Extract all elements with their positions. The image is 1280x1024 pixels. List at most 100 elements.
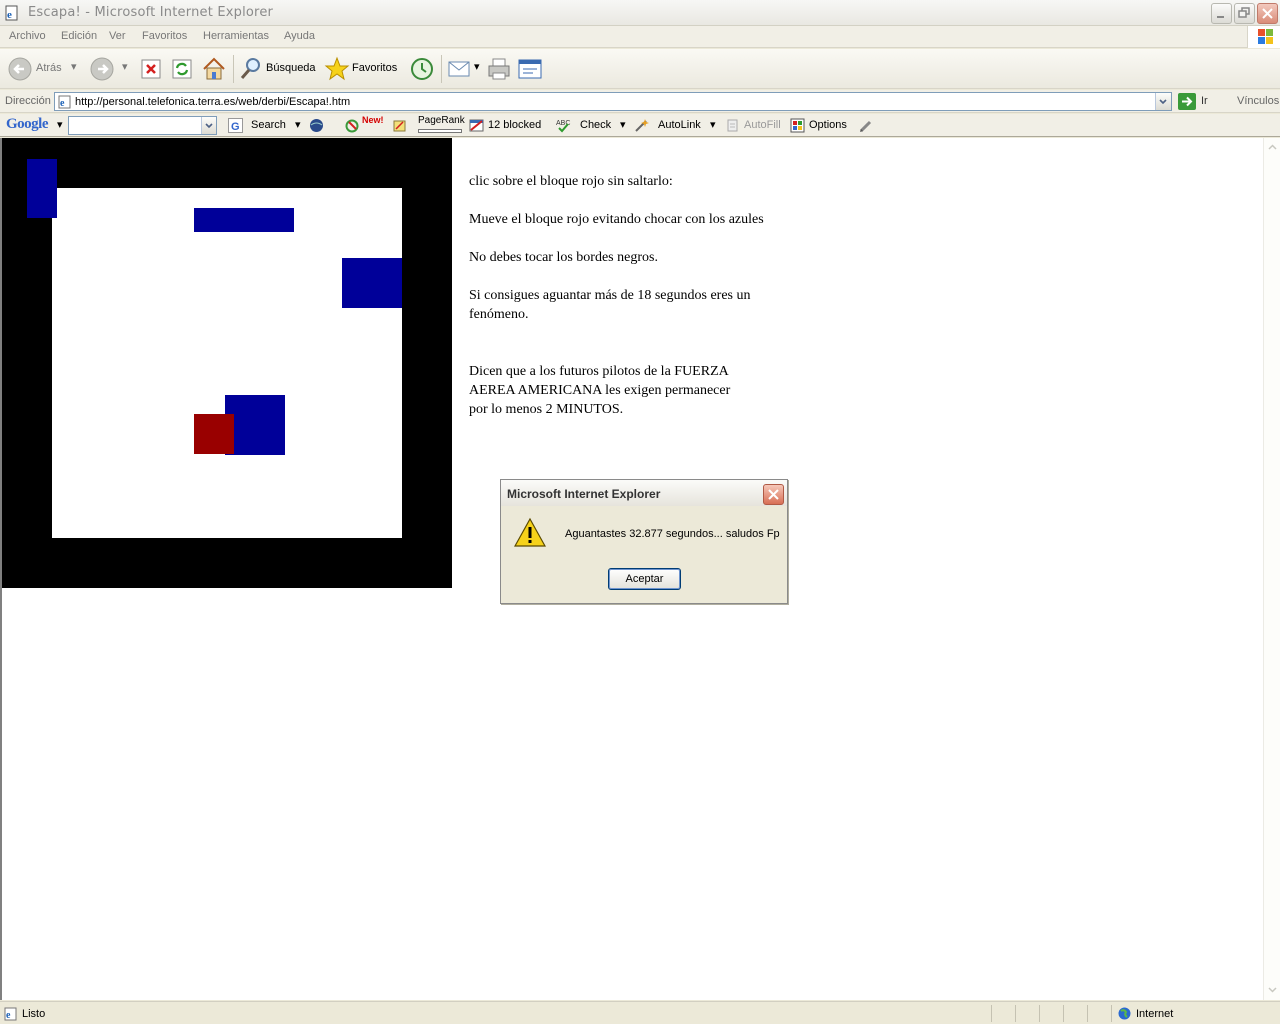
ie-page-icon: e bbox=[5, 5, 18, 21]
close-icon bbox=[1262, 8, 1273, 19]
forward-arrow-icon[interactable] bbox=[90, 54, 116, 84]
address-dropdown-icon[interactable] bbox=[1155, 93, 1171, 110]
address-url[interactable]: http://personal.telefonica.terra.es/web/… bbox=[75, 96, 350, 108]
svg-text:ABC: ABC bbox=[556, 120, 570, 127]
restore-button[interactable] bbox=[1234, 3, 1255, 24]
status-separator bbox=[1087, 1005, 1088, 1022]
menu-ayuda[interactable]: Ayuda bbox=[284, 30, 315, 42]
svg-text:e: e bbox=[7, 9, 12, 21]
google-search-dropdown-icon[interactable]: ▾ bbox=[295, 118, 301, 131]
minimize-button[interactable] bbox=[1211, 3, 1232, 24]
minimize-icon bbox=[1217, 16, 1224, 18]
windows-logo bbox=[1247, 26, 1280, 48]
security-zone-label: Internet bbox=[1136, 1008, 1174, 1020]
home-icon[interactable] bbox=[201, 54, 227, 84]
options-button[interactable]: Options bbox=[809, 119, 847, 131]
windows-flag-icon bbox=[1258, 29, 1273, 44]
game-instructions: clic sobre el bloque rojo sin saltarlo: … bbox=[469, 172, 769, 419]
menu-herramientas[interactable]: Herramientas bbox=[203, 30, 269, 42]
forward-dropdown-icon[interactable]: ▾ bbox=[122, 60, 128, 73]
standard-toolbar: Atrás ▾ ▾ Búsqueda Favoritos ▾ bbox=[0, 49, 1280, 89]
instruction-text: Mueve el bloque rojo evitando chocar con… bbox=[469, 212, 764, 227]
svg-text:e: e bbox=[6, 1010, 11, 1021]
print-icon[interactable] bbox=[486, 54, 512, 84]
favorites-button-label[interactable]: Favoritos bbox=[352, 62, 397, 74]
mail-dropdown-icon[interactable]: ▾ bbox=[474, 60, 480, 73]
scroll-up-icon[interactable] bbox=[1265, 140, 1280, 155]
instruction-text: Dicen que a los futuros pilotos de la FU… bbox=[469, 364, 731, 417]
status-separator bbox=[1015, 1005, 1016, 1022]
favorites-star-icon[interactable] bbox=[324, 54, 350, 84]
google-search-button[interactable]: Search bbox=[251, 119, 286, 131]
highlight-icon[interactable] bbox=[392, 118, 407, 133]
links-label[interactable]: Vínculos bbox=[1237, 95, 1279, 107]
back-dropdown-icon[interactable]: ▾ bbox=[71, 60, 77, 73]
autolink-dropdown-icon[interactable]: ▾ bbox=[710, 118, 716, 131]
go-button-label[interactable]: Ir bbox=[1201, 95, 1208, 107]
red-block[interactable] bbox=[194, 414, 234, 454]
autofill-button[interactable]: AutoFill bbox=[744, 119, 781, 131]
check-dropdown-icon[interactable]: ▾ bbox=[620, 118, 626, 131]
popup-blocker-icon[interactable] bbox=[469, 118, 484, 133]
google-search-input[interactable] bbox=[68, 116, 217, 135]
status-separator bbox=[991, 1005, 992, 1022]
vertical-scrollbar[interactable] bbox=[1263, 138, 1280, 1000]
svg-text:G: G bbox=[231, 121, 240, 133]
page-done-icon: e bbox=[4, 1007, 17, 1021]
restore-icon bbox=[1238, 7, 1250, 18]
game-field bbox=[52, 188, 402, 538]
alert-title-bar[interactable]: Microsoft Internet Explorer bbox=[501, 480, 787, 506]
pagerank-bar bbox=[418, 129, 462, 133]
menu-archivo[interactable]: Archivo bbox=[9, 30, 46, 42]
toolbar-separator bbox=[233, 55, 234, 83]
close-button[interactable] bbox=[1257, 3, 1278, 24]
status-bar: e Listo Internet bbox=[0, 1001, 1280, 1024]
alert-title: Microsoft Internet Explorer bbox=[507, 487, 661, 501]
instruction-text: No debes tocar los bordes negros. bbox=[469, 250, 658, 265]
options-icon[interactable] bbox=[790, 118, 805, 133]
pencil-icon[interactable] bbox=[858, 118, 873, 133]
history-icon[interactable] bbox=[409, 54, 435, 84]
instruction-text: clic sobre el bloque rojo sin saltarlo: bbox=[469, 174, 673, 189]
search-icon[interactable] bbox=[239, 54, 263, 84]
back-button-label[interactable]: Atrás bbox=[36, 62, 62, 74]
ok-button[interactable]: Aceptar bbox=[608, 568, 681, 590]
menu-ver[interactable]: Ver bbox=[109, 30, 126, 42]
google-logo[interactable]: Google bbox=[6, 116, 49, 133]
menu-favoritos[interactable]: Favoritos bbox=[142, 30, 187, 42]
blue-block bbox=[225, 395, 285, 455]
refresh-icon[interactable] bbox=[171, 54, 193, 84]
status-text: Listo bbox=[22, 1008, 46, 1020]
alert-close-button[interactable] bbox=[763, 484, 784, 505]
google-toolbar: Google ▾ G Search ▾ New! PageRank 12 blo… bbox=[0, 114, 1280, 137]
popups-blocked-count[interactable]: 12 blocked bbox=[488, 119, 541, 131]
address-input[interactable]: e http://personal.telefonica.terra.es/we… bbox=[54, 92, 1172, 111]
mail-icon[interactable] bbox=[447, 54, 473, 84]
back-arrow-icon[interactable] bbox=[8, 54, 34, 84]
stop-icon[interactable] bbox=[140, 54, 162, 84]
spellcheck-icon[interactable]: ABC bbox=[556, 118, 571, 133]
menu-edicion[interactable]: Edición bbox=[61, 30, 97, 42]
autofill-icon[interactable] bbox=[725, 118, 740, 133]
autolink-button[interactable]: AutoLink bbox=[658, 119, 701, 131]
autolink-wand-icon[interactable] bbox=[634, 118, 649, 133]
scroll-down-icon[interactable] bbox=[1265, 982, 1280, 997]
news-icon[interactable] bbox=[345, 118, 360, 133]
page-icon: e bbox=[58, 95, 71, 109]
title-bar: e Escapa! - Microsoft Internet Explorer bbox=[0, 0, 1280, 26]
close-icon bbox=[768, 489, 779, 500]
check-button[interactable]: Check bbox=[580, 119, 611, 131]
search-site-icon[interactable] bbox=[309, 118, 324, 133]
google-g-icon: G bbox=[228, 118, 243, 133]
menu-bar: Archivo Edición Ver Favoritos Herramient… bbox=[0, 26, 1280, 48]
google-menu-dropdown-icon[interactable]: ▾ bbox=[57, 118, 63, 131]
google-input-dropdown-icon[interactable] bbox=[201, 117, 216, 134]
internet-globe-icon bbox=[1118, 1007, 1131, 1020]
pagerank-label[interactable]: PageRank bbox=[418, 115, 465, 126]
address-label: Dirección bbox=[5, 95, 51, 107]
svg-text:e: e bbox=[60, 98, 65, 109]
search-button-label[interactable]: Búsqueda bbox=[266, 62, 316, 74]
go-arrow-icon[interactable] bbox=[1178, 93, 1196, 110]
address-bar: Dirección e http://personal.telefonica.t… bbox=[0, 90, 1280, 113]
edit-page-icon[interactable] bbox=[517, 54, 543, 84]
